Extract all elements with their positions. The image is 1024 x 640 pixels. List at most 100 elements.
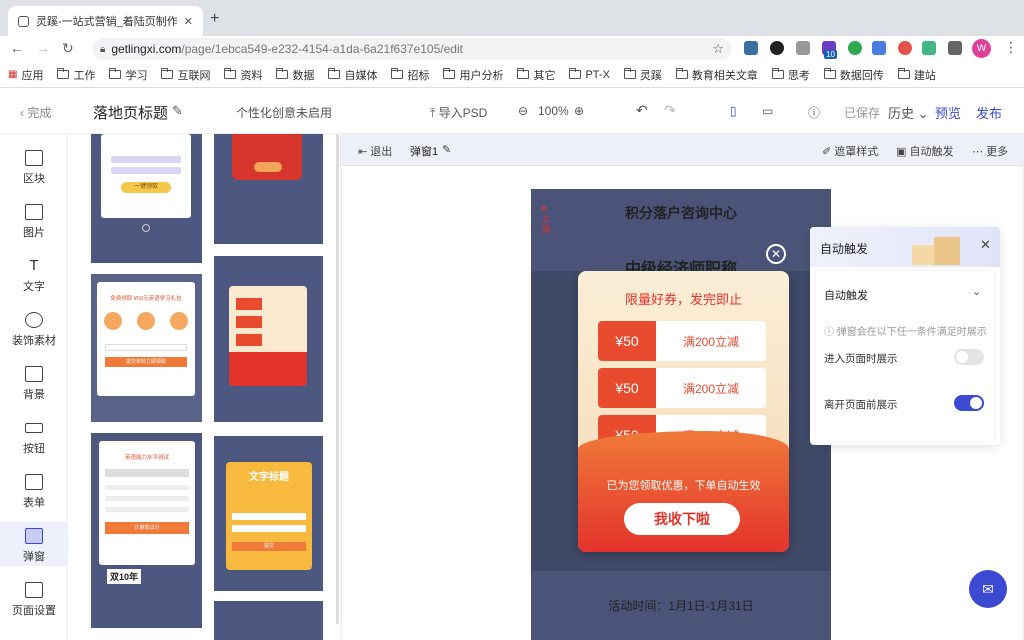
done-button[interactable]: ‹ 完成 <box>20 104 51 121</box>
personalization-status[interactable]: 个性化创意未启用 <box>236 104 332 121</box>
folder-icon <box>109 68 122 79</box>
sidebar-item-button[interactable]: 按钮 <box>0 414 68 458</box>
zoom-in-icon[interactable]: ⊕ <box>574 104 584 118</box>
redo-icon[interactable]: ↷ <box>664 102 676 119</box>
bookmark-folder[interactable]: 招标 <box>391 67 429 83</box>
upload-icon: ⤒ <box>430 106 436 120</box>
template-thumbnail[interactable] <box>214 134 323 244</box>
template-thumbnail[interactable]: 英语能力水平测试 计算笔试分 双10年 <box>91 433 202 628</box>
bookmark-folder[interactable]: 资料 <box>224 67 262 83</box>
coupon-item[interactable]: ¥50满200立减 <box>598 321 766 361</box>
template-thumbnail[interactable] <box>214 601 323 640</box>
template-button: 一键领取 <box>121 182 171 193</box>
template-thumbnail[interactable] <box>214 256 323 422</box>
popup-close-icon[interactable]: ✕ <box>766 244 786 264</box>
evernote-icon[interactable] <box>848 41 862 55</box>
puzzle-icon[interactable] <box>948 41 962 55</box>
browser-tab[interactable]: 灵蹊-一站式营销_着陆页制作_图 ✕ <box>8 6 203 36</box>
translate-icon[interactable] <box>872 41 886 55</box>
reload-icon[interactable]: ↻ <box>62 40 74 57</box>
sidebar-item-page-settings[interactable]: 页面设置 <box>0 576 68 620</box>
sidebar-item-block[interactable]: 区块 <box>0 144 68 188</box>
extension-icon-2[interactable] <box>770 41 784 55</box>
on-leave-toggle[interactable] <box>954 395 984 411</box>
accept-button[interactable]: 我收下啦 <box>624 503 740 535</box>
sidebar-item-image[interactable]: 图片 <box>0 198 68 242</box>
new-tab-icon[interactable]: + <box>210 10 219 28</box>
more-icon: ⋯ <box>972 146 983 158</box>
bookmark-folder[interactable]: 其它 <box>517 67 555 83</box>
edit-title-icon[interactable]: ✎ <box>172 103 183 119</box>
bookmark-folder[interactable]: 数据回传 <box>823 67 884 83</box>
sidebar-item-background[interactable]: 背景 <box>0 360 68 404</box>
template-thumbnail[interactable]: 免费领取 ¥50元英语学习礼包 提交资料立即领取 <box>91 274 202 422</box>
profile-avatar[interactable]: W <box>972 39 991 58</box>
bookmark-folder[interactable]: 自媒体 <box>328 67 377 83</box>
bookmark-folder[interactable]: 灵蹊 <box>623 67 662 83</box>
bookmark-folder[interactable]: 工作 <box>57 67 95 83</box>
sidebar-item-text[interactable]: T 文字 <box>0 252 68 296</box>
exit-icon: ⇤ <box>358 146 368 158</box>
history-dropdown[interactable]: 历史 ⌄ <box>888 103 929 122</box>
sidebar-item-decoration[interactable]: 装饰素材 <box>0 306 68 350</box>
mask-style-button[interactable]: ✐ 遮罩样式 <box>822 143 878 159</box>
bookmark-folder[interactable]: 用户分析 <box>443 67 503 83</box>
template-card: 英语能力水平测试 计算笔试分 <box>99 441 195 565</box>
edit-popup-name-icon[interactable]: ✎ <box>442 143 451 156</box>
vue-icon[interactable] <box>922 41 936 55</box>
collapse-icon[interactable]: ⌄ <box>972 285 981 298</box>
bookmark-apps[interactable]: ▦ 应用 <box>8 67 43 83</box>
forward-icon[interactable]: → <box>36 40 50 56</box>
menu-icon[interactable]: ⋮ <box>1004 39 1018 56</box>
chat-icon: ✉ <box>982 580 994 597</box>
back-icon[interactable]: ← <box>10 40 24 56</box>
bookmark-star-icon[interactable]: ☆ <box>712 41 724 57</box>
bookmark-folder[interactable]: 学习 <box>109 67 147 83</box>
trigger-hint: ⓘ 弹窗会在以下任一条件满足时展示 <box>824 327 987 338</box>
page-title[interactable]: 落地页标题 <box>93 102 168 123</box>
help-icon[interactable]: ⓘ <box>808 104 820 121</box>
on-enter-toggle[interactable] <box>954 349 984 365</box>
popup-template-panel: 一键领取 免费领取 ¥50元英语学习礼包 提交资料立即领取 英语能力水平测试 计… <box>68 134 340 640</box>
activity-time: 活动时间：1月1日-1月31日 <box>608 599 754 613</box>
close-panel-icon[interactable]: ✕ <box>980 237 991 253</box>
popup-name: 弹窗1 <box>410 146 439 158</box>
preview-button[interactable]: 预览 <box>935 103 961 122</box>
auto-trigger-button[interactable]: ▣ 自动触发 <box>896 143 953 159</box>
extension-icon-7[interactable] <box>898 41 912 55</box>
publish-button[interactable]: 发布 <box>976 103 1002 122</box>
bookmark-folder[interactable]: 数据 <box>276 67 314 83</box>
bookmark-folder[interactable]: 教育相关文章 <box>675 67 758 83</box>
close-icon <box>142 224 150 232</box>
extension-icon-1[interactable] <box>744 41 758 55</box>
template-card: 一键领取 <box>101 134 191 218</box>
template-thumbnail[interactable]: 一键领取 <box>91 134 202 263</box>
close-tab-icon[interactable]: ✕ <box>184 15 193 28</box>
mobile-view-icon[interactable]: ▯ <box>730 104 737 118</box>
zoom-out-icon[interactable]: ⊖ <box>518 104 528 118</box>
bookmark-folder[interactable]: 思考 <box>771 67 810 83</box>
bookmark-folder[interactable]: PT-X <box>569 68 610 81</box>
toggle-knob <box>970 397 982 409</box>
sidebar-item-form[interactable]: 表单 <box>0 468 68 512</box>
coupon-popup[interactable]: 限量好券，发完即止 ¥50满200立减 ¥50满200立减 ¥50满200立减 … <box>578 271 789 552</box>
sidebar-item-popup[interactable]: 弹窗 <box>0 522 68 566</box>
zoom-level: 100% <box>538 104 569 118</box>
popup-title: 限量好券，发完即止 <box>624 292 742 307</box>
url-field[interactable]: 🔒︎ getlingxi.com/page/1ebca549-e232-4154… <box>92 38 732 60</box>
more-button[interactable]: ⋯ 更多 <box>972 143 1008 159</box>
exit-button[interactable]: ⇤ 退出 <box>358 143 392 159</box>
chat-support-button[interactable]: ✉ <box>969 570 1007 608</box>
import-psd-button[interactable]: ⤒ 导入PSD <box>430 104 487 121</box>
undo-icon[interactable]: ↶ <box>636 102 648 119</box>
page-settings-icon <box>25 582 43 598</box>
bookmark-folder[interactable]: 建站 <box>897 67 936 83</box>
extension-icon-3[interactable] <box>796 41 810 55</box>
favicon-icon <box>18 15 29 27</box>
bookmark-folder[interactable]: 互联网 <box>161 67 210 83</box>
template-scrollbar[interactable] <box>336 134 339 624</box>
template-thumbnail[interactable]: 文字标题 提交 <box>214 436 323 591</box>
coupon-item[interactable]: ¥50满200立减 <box>598 368 766 408</box>
desktop-view-icon[interactable]: ▭ <box>762 104 773 118</box>
extension-badge: 10 <box>824 50 837 59</box>
